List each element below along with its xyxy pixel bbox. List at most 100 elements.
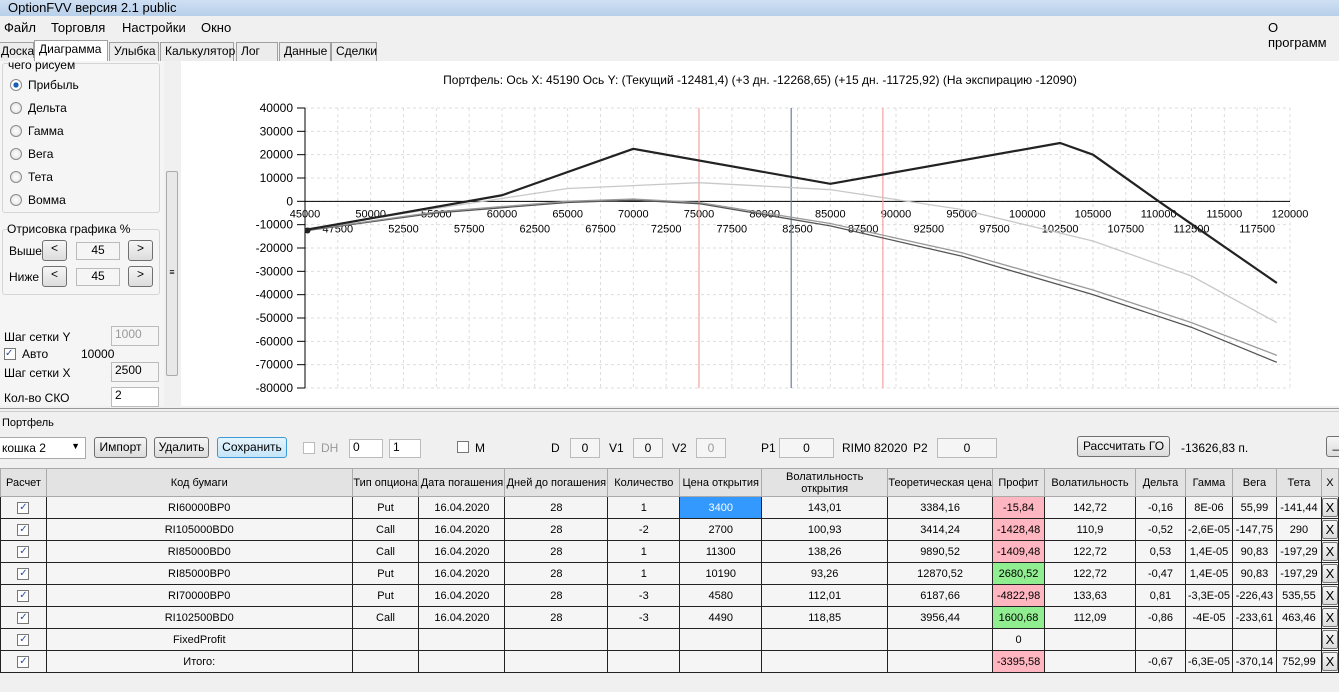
minimize-button[interactable]: _	[1326, 436, 1339, 457]
tab-log[interactable]: Лог	[236, 42, 278, 61]
cell[interactable]	[607, 650, 681, 673]
column-header[interactable]: Цена открытия	[679, 468, 763, 497]
cell[interactable]	[607, 628, 681, 651]
calc-cell[interactable]: ✓	[0, 496, 47, 519]
delete-button[interactable]: Удалить	[154, 437, 209, 458]
column-header[interactable]: Тета	[1275, 468, 1322, 497]
cell[interactable]: -3	[607, 606, 681, 629]
spin-input-2[interactable]: 1	[389, 439, 421, 458]
radio-button[interactable]	[10, 125, 22, 137]
column-header[interactable]: Волатильность	[1044, 468, 1136, 497]
grid-x-input[interactable]: 2500	[111, 362, 159, 382]
p2-input[interactable]: 0	[937, 438, 997, 458]
column-header[interactable]: Вега	[1231, 468, 1277, 497]
calc-checkbox[interactable]: ✓	[17, 590, 30, 602]
calc-checkbox[interactable]: ✓	[17, 546, 30, 558]
calc-checkbox[interactable]: ✓	[17, 524, 30, 536]
tab-smile[interactable]: Улыбка	[109, 42, 159, 61]
radio-button[interactable]	[10, 79, 22, 91]
v2-input[interactable]: 0	[696, 438, 726, 458]
spin-input-1[interactable]: 0	[349, 439, 383, 458]
radio-5[interactable]: Вомма	[10, 193, 66, 207]
column-header[interactable]: Теоретическая цена	[887, 468, 994, 497]
radio-1[interactable]: Дельта	[10, 101, 67, 115]
remove-row-button[interactable]: X	[1321, 630, 1338, 649]
cell[interactable]: 4490	[679, 606, 763, 629]
menu-about[interactable]: О программ	[1268, 20, 1339, 50]
calc-cell[interactable]: ✓	[0, 628, 47, 651]
below-increase-button[interactable]: >	[128, 266, 153, 287]
calc-checkbox[interactable]: ✓	[17, 568, 30, 580]
save-button[interactable]: Сохранить	[217, 437, 287, 458]
dh-checkbox[interactable]	[303, 442, 315, 454]
table-row[interactable]: ✓ RI60000BP0 Put 16.04.2020 28 1 3400 143,01 338…	[0, 496, 1339, 519]
table-row[interactable]: ✓ FixedProfit 0 X	[0, 628, 1339, 651]
cell[interactable]: 11300	[679, 540, 763, 563]
remove-row-button[interactable]: X	[1321, 564, 1338, 583]
calc-cell[interactable]: ✓	[0, 650, 47, 673]
calc-checkbox[interactable]: ✓	[17, 656, 30, 668]
calc-cell[interactable]: ✓	[0, 606, 47, 629]
radio-button[interactable]	[10, 171, 22, 183]
table-row[interactable]: ✓ RI85000BP0 Put 16.04.2020 28 1 10190 93,26 128…	[0, 562, 1339, 585]
column-header[interactable]: Волатильность открытия	[761, 468, 889, 497]
tab-diagram[interactable]: Диаграмма	[34, 40, 108, 61]
table-row[interactable]: ✓ RI102500BD0 Call 16.04.2020 28 -3 4490 118,85…	[0, 606, 1339, 629]
cell[interactable]: 4580	[679, 584, 763, 607]
menu-window[interactable]: Окно	[201, 20, 231, 35]
column-header[interactable]: Дней до погашения	[504, 468, 609, 497]
radio-button[interactable]	[10, 102, 22, 114]
left-panel-scrollbar[interactable]: ≡	[164, 61, 180, 406]
radio-button[interactable]	[10, 148, 22, 160]
import-button[interactable]: Импорт	[94, 437, 147, 458]
tab-data[interactable]: Данные	[279, 42, 331, 61]
table-row[interactable]: ✓ RI105000BD0 Call 16.04.2020 28 -2 2700 100,93…	[0, 518, 1339, 541]
sko-input[interactable]: 2	[111, 387, 159, 407]
cell[interactable]: -2	[607, 518, 681, 541]
cell[interactable]: 10190	[679, 562, 763, 585]
tab-deals[interactable]: Сделки	[331, 42, 377, 61]
cell[interactable]: 1	[607, 562, 681, 585]
radio-button[interactable]	[10, 194, 22, 206]
column-header[interactable]: X	[1320, 468, 1339, 497]
column-header[interactable]: Дельта	[1135, 468, 1186, 497]
menu-trading[interactable]: Торговля	[51, 20, 105, 35]
radio-0[interactable]: Прибыль	[10, 78, 79, 92]
cell[interactable]	[679, 650, 763, 673]
grid-y-input[interactable]: 1000	[111, 326, 159, 346]
v1-input[interactable]: 0	[633, 438, 663, 458]
m-checkbox[interactable]	[457, 441, 469, 453]
table-row[interactable]: ✓ RI70000BP0 Put 16.04.2020 28 -3 4580 112,01 61…	[0, 584, 1339, 607]
remove-row-button[interactable]: X	[1321, 608, 1338, 627]
cell[interactable]: 3400	[679, 496, 763, 519]
column-header[interactable]: Гамма	[1184, 468, 1233, 497]
column-header[interactable]: Расчет	[0, 468, 47, 497]
calc-checkbox[interactable]: ✓	[17, 502, 30, 514]
column-header[interactable]: Код бумаги	[45, 468, 353, 497]
calc-cell[interactable]: ✓	[0, 562, 47, 585]
cell[interactable]: 2700	[679, 518, 763, 541]
cell[interactable]: -3	[607, 584, 681, 607]
above-decrease-button[interactable]: <	[42, 240, 67, 261]
calc-cell[interactable]: ✓	[0, 584, 47, 607]
column-header[interactable]: Профит	[992, 468, 1046, 497]
d-input[interactable]: 0	[570, 438, 600, 458]
calc-cell[interactable]: ✓	[0, 540, 47, 563]
p1-input[interactable]: 0	[779, 438, 834, 458]
cell[interactable]: 1	[607, 540, 681, 563]
scrollbar-thumb[interactable]: ≡	[166, 171, 178, 376]
table-row[interactable]: ✓ RI85000BD0 Call 16.04.2020 28 1 11300 138,26 9…	[0, 540, 1339, 563]
column-header[interactable]: Количество	[607, 468, 681, 497]
below-decrease-button[interactable]: <	[42, 266, 67, 287]
radio-4[interactable]: Тета	[10, 170, 53, 184]
column-header[interactable]: Дата погашения	[418, 468, 506, 497]
calc-checkbox[interactable]: ✓	[17, 634, 30, 646]
menu-file[interactable]: Файл	[4, 20, 36, 35]
splitter[interactable]	[0, 408, 1339, 412]
menu-settings[interactable]: Настройки	[122, 20, 186, 35]
remove-row-button[interactable]: X	[1321, 520, 1338, 539]
cell[interactable]	[679, 628, 763, 651]
calc-cell[interactable]: ✓	[0, 518, 47, 541]
remove-row-button[interactable]: X	[1321, 652, 1338, 671]
radio-3[interactable]: Вега	[10, 147, 53, 161]
